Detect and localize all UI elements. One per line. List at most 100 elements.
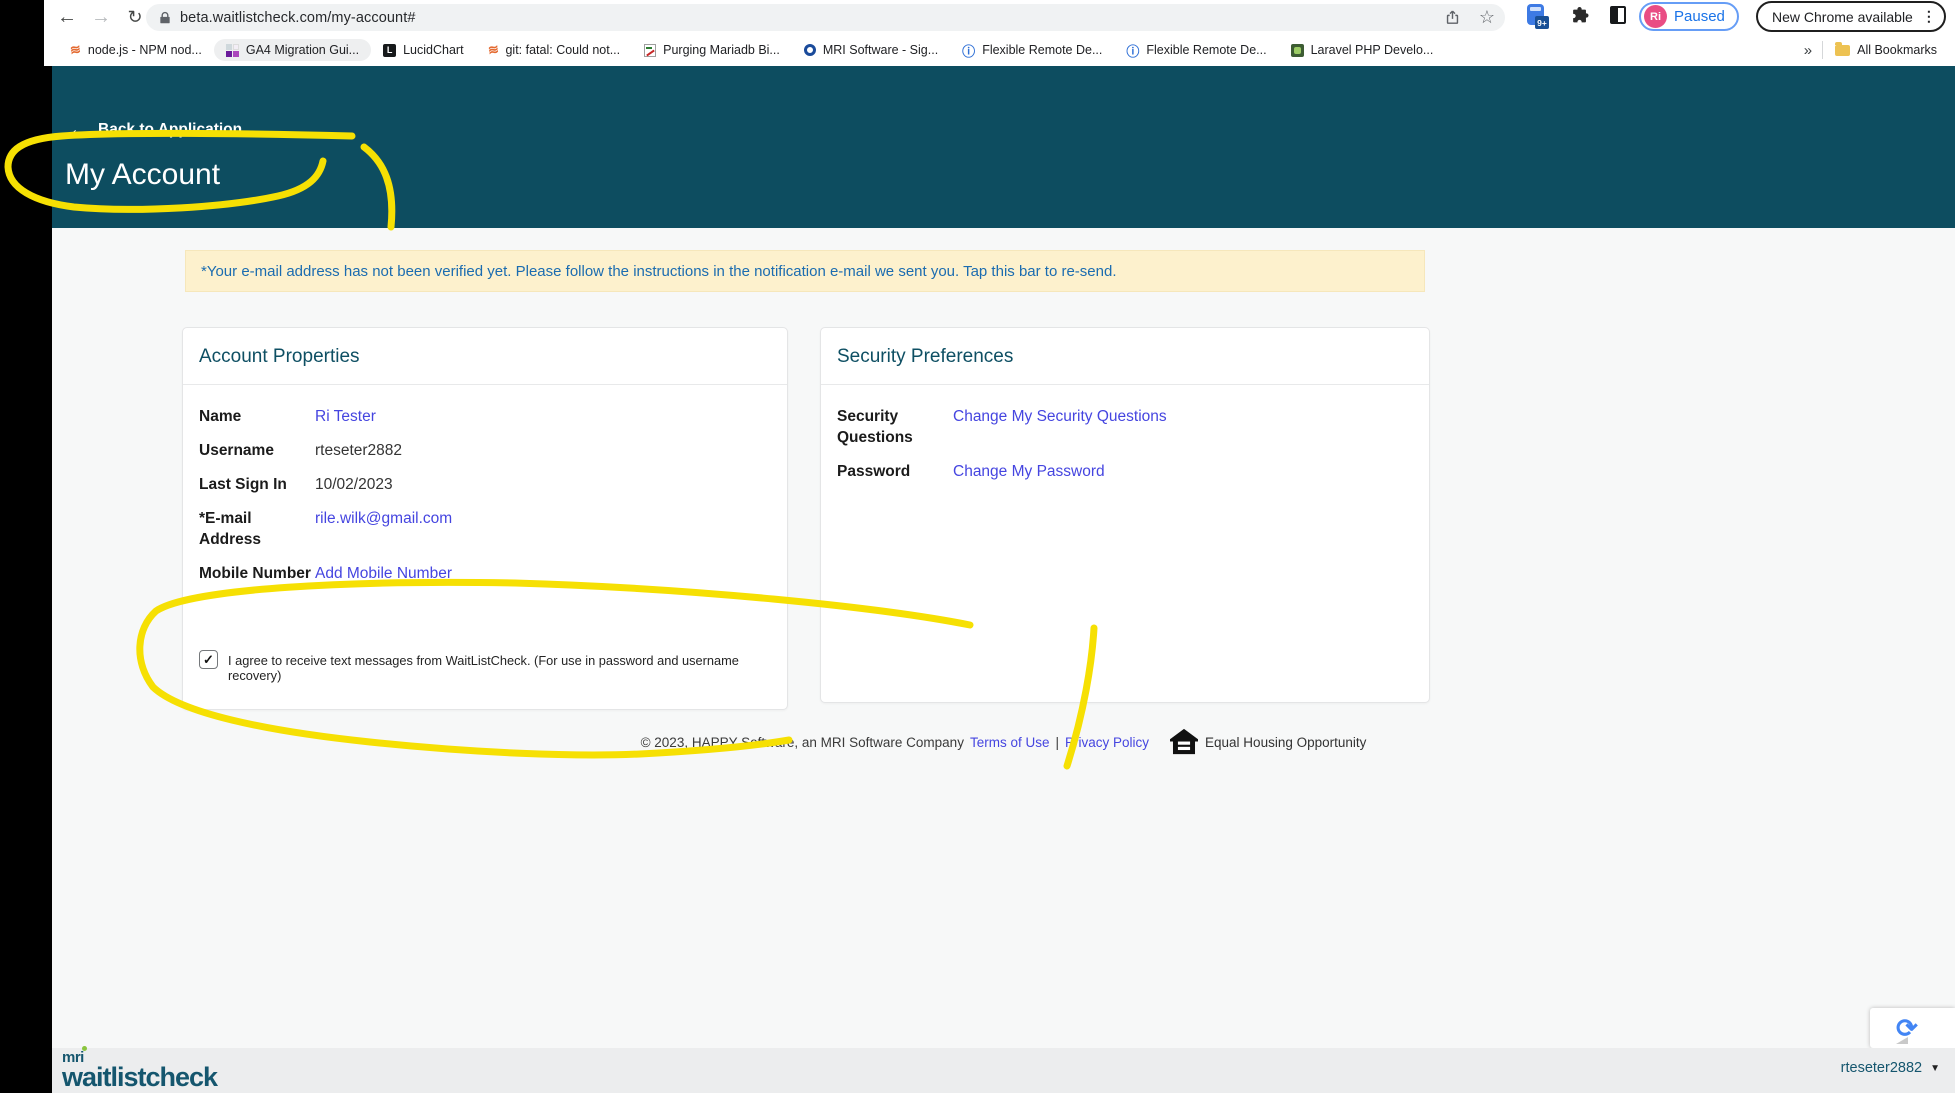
bookmark-flexible-remote-1[interactable]: ⓘ Flexible Remote De...: [950, 37, 1114, 64]
bookmark-label: Laravel PHP Develo...: [1310, 43, 1434, 57]
avatar: Ri: [1644, 5, 1667, 28]
email-verification-banner[interactable]: *Your e-mail address has not been verifi…: [185, 250, 1425, 292]
last-sign-in-value: 10/02/2023: [315, 476, 393, 493]
last-sign-in-label: Last Sign In: [199, 476, 287, 493]
side-panel-icon[interactable]: [1610, 6, 1626, 24]
info-icon: ⓘ: [1126, 43, 1140, 59]
back-icon[interactable]: ←: [52, 2, 82, 32]
username-value: rteseter2882: [315, 442, 403, 459]
copyright-text: © 2023, HAPPY Software, an MRI Software …: [640, 734, 964, 750]
waitlistcheck-logo: mri waitlistcheck: [62, 1046, 218, 1092]
security-preferences-card: Security Preferences Security Questions …: [820, 327, 1430, 703]
waitlistcheck-wordmark: waitlistcheck: [62, 1062, 218, 1092]
bookmarks-overflow-icon[interactable]: »: [1804, 42, 1812, 59]
document-icon: [644, 43, 657, 57]
sms-consent-text: I agree to receive text messages from Wa…: [228, 653, 739, 683]
add-mobile-number-link[interactable]: Add Mobile Number: [315, 563, 452, 584]
back-to-application-link[interactable]: ← Back to Application: [68, 118, 242, 142]
back-arrow-icon: ←: [68, 118, 89, 141]
script-icon: ≋: [68, 41, 82, 58]
extension-badge: 9+: [1535, 16, 1549, 29]
password-row: Password Change My Password: [837, 461, 1413, 482]
bookmark-label: MRI Software - Sig...: [822, 43, 939, 57]
last-sign-in-row: Last Sign In 10/02/2023: [199, 474, 771, 495]
username-label: Username: [199, 442, 274, 459]
puzzle-extensions-icon[interactable]: [1569, 5, 1591, 27]
security-questions-row: Security Questions Change My Security Qu…: [837, 406, 1413, 448]
profile-chip[interactable]: Ri Paused: [1639, 2, 1739, 31]
tab-counter-extension-icon[interactable]: 9+: [1527, 4, 1549, 29]
site-footer: © 2023, HAPPY Software, an MRI Software …: [52, 728, 1955, 756]
update-chrome-button[interactable]: New Chrome available ⋮: [1756, 1, 1946, 32]
bookmark-label: Flexible Remote De...: [1146, 43, 1267, 57]
name-value-link[interactable]: Ri Tester: [315, 406, 376, 427]
browser-window: ← → ↻ beta.waitlistcheck.com/my-account#…: [0, 0, 1955, 1093]
sms-consent-row: ✓ I agree to receive text messages from …: [199, 650, 787, 683]
bookmark-flexible-remote-2[interactable]: ⓘ Flexible Remote De...: [1114, 37, 1278, 64]
back-to-application-label: Back to Application: [98, 121, 243, 138]
all-bookmarks-label: All Bookmarks: [1857, 43, 1937, 57]
bookmark-label: Flexible Remote De...: [982, 43, 1103, 57]
change-password-link[interactable]: Change My Password: [953, 461, 1105, 482]
laravel-icon: [1290, 43, 1304, 57]
divider: [821, 384, 1429, 385]
bookmark-nodejs[interactable]: ≋ node.js - NPM nod...: [58, 38, 214, 62]
mobile-number-row: Mobile Number Add Mobile Number: [199, 563, 771, 584]
update-chrome-label: New Chrome available: [1772, 8, 1913, 25]
bookmark-git[interactable]: ≋ git: fatal: Could not...: [476, 38, 633, 62]
name-label: Name: [199, 408, 242, 425]
user-menu[interactable]: rteseter2882 ▼: [1841, 1060, 1940, 1076]
password-label: Password: [837, 463, 911, 480]
bookmarks-bar: ≋ node.js - NPM nod... GA4 Migration Gui…: [44, 34, 1955, 66]
grid-icon: [225, 43, 239, 57]
account-properties-title: Account Properties: [199, 346, 360, 367]
mobile-number-label: Mobile Number: [199, 565, 311, 582]
email-row: *E-mail Address rile.wilk@gmail.com: [199, 508, 771, 550]
terms-of-use-link[interactable]: Terms of Use: [970, 735, 1050, 750]
script-icon: ≋: [486, 41, 500, 58]
mri-logo: mri: [62, 1046, 87, 1066]
account-properties-card: Account Properties Name Ri Tester Userna…: [182, 327, 788, 710]
email-value-link[interactable]: rile.wilk@gmail.com: [315, 508, 452, 550]
privacy-policy-link[interactable]: Privacy Policy: [1065, 735, 1149, 750]
bookmark-label: LucidChart: [403, 43, 464, 57]
bookmark-star-icon[interactable]: ☆: [1479, 7, 1495, 28]
info-icon: ⓘ: [962, 43, 976, 59]
ring-icon: [803, 44, 816, 56]
page-title: My Account: [65, 158, 221, 191]
security-preferences-title: Security Preferences: [837, 346, 1014, 367]
security-questions-label: Security Questions: [837, 408, 913, 446]
lock-icon: [158, 10, 172, 26]
divider: [1822, 41, 1824, 59]
chevron-down-icon: ▼: [1930, 1062, 1940, 1074]
email-verification-text: *Your e-mail address has not been verifi…: [201, 262, 1117, 280]
share-icon[interactable]: [1444, 9, 1461, 26]
url-text[interactable]: beta.waitlistcheck.com/my-account#: [180, 10, 416, 26]
bookmark-label: git: fatal: Could not...: [505, 43, 621, 57]
recaptcha-badge[interactable]: ⟳: [1870, 1008, 1955, 1048]
bookmark-mariadb[interactable]: Purging Mariadb Bi...: [632, 39, 792, 61]
menu-kebab-icon[interactable]: ⋮: [1922, 8, 1936, 25]
lucidchart-icon: L: [383, 43, 397, 57]
page-header: ← Back to Application My Account: [52, 66, 1955, 228]
bookmark-lucidchart[interactable]: L LucidChart: [371, 39, 475, 61]
bookmark-label: Purging Mariadb Bi...: [663, 43, 780, 57]
change-security-questions-link[interactable]: Change My Security Questions: [953, 406, 1167, 448]
bookmark-mri-software[interactable]: MRI Software - Sig...: [792, 39, 950, 61]
bookmark-label: GA4 Migration Gui...: [245, 43, 360, 57]
bookmark-ga4[interactable]: GA4 Migration Gui...: [213, 39, 372, 61]
equal-housing-label: Equal Housing Opportunity: [1205, 734, 1367, 750]
username-row: Username rteseter2882: [199, 440, 771, 461]
divider: [183, 384, 787, 385]
name-row: Name Ri Tester: [199, 406, 771, 427]
email-label: *E-mail Address: [199, 510, 262, 548]
all-bookmarks-button[interactable]: All Bookmarks: [1833, 39, 1939, 61]
agree-checkbox[interactable]: ✓: [199, 650, 218, 669]
address-bar[interactable]: beta.waitlistcheck.com/my-account# ☆: [146, 4, 1505, 31]
bottom-brand-bar: mri waitlistcheck rteseter2882 ▼: [52, 1046, 1955, 1093]
equal-housing-icon: [1169, 728, 1199, 756]
forward-icon[interactable]: →: [86, 2, 116, 32]
page-content: *Your e-mail address has not been verifi…: [52, 228, 1955, 1048]
bookmark-laravel[interactable]: Laravel PHP Develo...: [1279, 39, 1446, 61]
username-text: rteseter2882: [1840, 1060, 1923, 1076]
